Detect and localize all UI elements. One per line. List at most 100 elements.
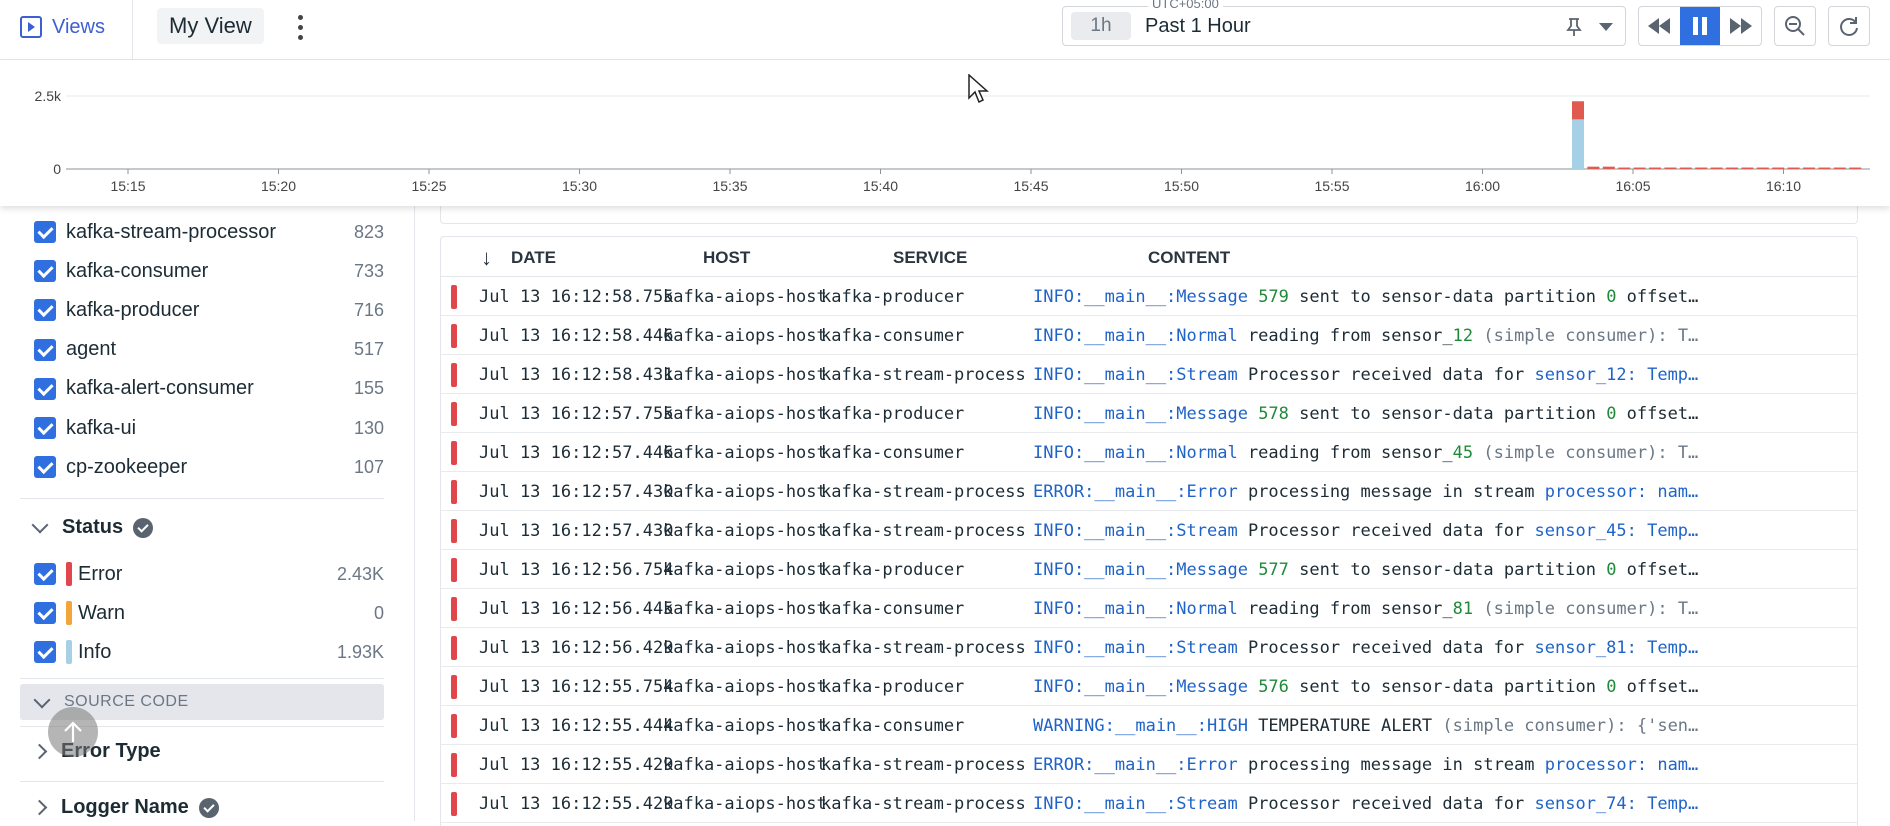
histogram-bar[interactable] bbox=[1849, 167, 1862, 169]
more-options-icon[interactable] bbox=[292, 12, 308, 42]
facet-item-service[interactable]: kafka-stream-processor 823 bbox=[34, 217, 384, 247]
facet-item-service[interactable]: kafka-producer 716 bbox=[34, 295, 384, 325]
log-content-segment: (simple consumer): {'sen… bbox=[1442, 716, 1699, 736]
status-facet-header[interactable]: Status bbox=[31, 516, 154, 539]
checkbox[interactable] bbox=[34, 563, 56, 585]
log-date: Jul 13 16:12:55.754 bbox=[479, 677, 674, 697]
log-row[interactable]: Jul 13 16:12:55.429 kafka-aiops-host kafka… bbox=[441, 745, 1857, 784]
time-range-picker[interactable]: 1h Past 1 Hour bbox=[1062, 6, 1626, 46]
views-button[interactable]: Views bbox=[20, 12, 105, 42]
log-content-segment bbox=[1248, 404, 1258, 424]
column-header-content[interactable]: CONTENT bbox=[1148, 248, 1230, 268]
log-row[interactable]: Jul 13 16:12:58.755 kafka-aiops-host kafka… bbox=[441, 277, 1857, 316]
column-header-date[interactable]: DATE bbox=[511, 248, 556, 268]
histogram-bar[interactable] bbox=[1818, 167, 1831, 169]
histogram-bar[interactable] bbox=[1572, 119, 1584, 169]
log-content-segment: Processor received data for bbox=[1237, 521, 1535, 541]
fast-forward-button[interactable] bbox=[1720, 7, 1761, 45]
histogram-bar[interactable] bbox=[1756, 167, 1769, 169]
refresh-button[interactable] bbox=[1828, 6, 1870, 46]
log-service: kafka-consumer bbox=[821, 599, 965, 619]
y-tick-label: 0 bbox=[53, 161, 61, 177]
log-date: Jul 13 16:12:58.446 bbox=[479, 326, 674, 346]
checkbox[interactable] bbox=[34, 221, 56, 243]
histogram-bar[interactable] bbox=[1649, 167, 1661, 169]
log-row[interactable]: Jul 13 16:12:55.444 kafka-aiops-host kafka… bbox=[441, 706, 1857, 745]
zoom-out-button[interactable] bbox=[1774, 6, 1816, 46]
log-date: Jul 13 16:12:56.445 bbox=[479, 599, 674, 619]
checkbox[interactable] bbox=[34, 377, 56, 400]
divider bbox=[20, 498, 384, 499]
view-name[interactable]: My View bbox=[157, 8, 264, 44]
arrow-up-icon bbox=[64, 721, 82, 742]
facet-item-service[interactable]: kafka-consumer 733 bbox=[34, 256, 384, 286]
histogram-bar[interactable] bbox=[1695, 167, 1708, 169]
facet-item-service[interactable]: cp-zookeeper 107 bbox=[34, 452, 384, 482]
log-content-segment: 0 bbox=[1606, 560, 1617, 580]
histogram-bar[interactable] bbox=[1833, 167, 1846, 169]
severity-indicator bbox=[451, 675, 457, 699]
checkbox[interactable] bbox=[34, 602, 56, 625]
log-row[interactable]: Jul 13 16:12:55.754 kafka-aiops-host kafka… bbox=[441, 667, 1857, 706]
log-host: kafka-aiops-host bbox=[663, 638, 827, 658]
log-row[interactable]: Jul 13 16:12:57.755 kafka-aiops-host kafka… bbox=[441, 394, 1857, 433]
histogram-bar[interactable] bbox=[1772, 167, 1785, 169]
histogram-bar[interactable] bbox=[1741, 167, 1754, 169]
log-histogram[interactable]: 2.5k 0 15:15 15:20 15:25 15:30 15:35 15:40 15:45… bbox=[0, 60, 1890, 206]
checkbox[interactable] bbox=[34, 417, 56, 439]
pause-button[interactable] bbox=[1679, 7, 1721, 45]
log-row[interactable]: Jul 13 16:12:57.446 kafka-aiops-host kafka… bbox=[441, 433, 1857, 472]
log-host: kafka-aiops-host bbox=[663, 482, 827, 502]
log-row[interactable]: Jul 13 16:12:56.429 kafka-aiops-host kafka… bbox=[441, 628, 1857, 667]
facet-item-service[interactable]: kafka-alert-consumer 155 bbox=[34, 374, 384, 404]
histogram-bar[interactable] bbox=[1726, 167, 1738, 169]
histogram-bar[interactable] bbox=[1710, 167, 1723, 169]
rewind-button[interactable] bbox=[1639, 7, 1680, 45]
facet-item-status[interactable]: Warn 0 bbox=[34, 598, 384, 628]
facet-item-status[interactable]: Info 1.93K bbox=[34, 637, 384, 667]
log-content-segment: sent to sensor-data partition bbox=[1288, 560, 1607, 580]
log-row[interactable]: Jul 13 16:12:56.445 kafka-aiops-host kafka… bbox=[441, 589, 1857, 628]
facet-item-service[interactable]: kafka-ui 130 bbox=[34, 413, 384, 443]
checkbox[interactable] bbox=[34, 260, 56, 283]
column-header-service[interactable]: SERVICE bbox=[893, 248, 967, 268]
log-host: kafka-aiops-host bbox=[663, 365, 827, 385]
chevron-down-icon[interactable] bbox=[1599, 23, 1613, 31]
log-row[interactable]: Jul 13 16:12:57.430 kafka-aiops-host kafka… bbox=[441, 511, 1857, 550]
facet-item-status[interactable]: Error 2.43K bbox=[34, 559, 384, 589]
histogram-bar[interactable] bbox=[1633, 167, 1646, 169]
checkbox[interactable] bbox=[34, 338, 56, 361]
histogram-bar[interactable] bbox=[1679, 167, 1692, 169]
facet-item-count: 1.93K bbox=[336, 641, 384, 662]
log-service: kafka-producer bbox=[821, 404, 965, 424]
histogram-bar[interactable] bbox=[1602, 166, 1615, 169]
histogram-bar[interactable] bbox=[1803, 167, 1815, 169]
log-content: INFO:__main__:Message 576 sent to sensor… bbox=[1033, 677, 1855, 697]
log-row[interactable]: Jul 13 16:12:58.431 kafka-aiops-host kafka… bbox=[441, 355, 1857, 394]
scroll-to-top-button[interactable] bbox=[48, 707, 98, 757]
log-content-segment: offset… bbox=[1616, 287, 1699, 307]
log-row[interactable]: Jul 13 16:12:57.430 kafka-aiops-host kafka… bbox=[441, 472, 1857, 511]
logger-name-facet-header[interactable]: Logger Name bbox=[31, 796, 219, 819]
log-content-segment: processor: nam… bbox=[1544, 482, 1699, 502]
histogram-bar[interactable] bbox=[1587, 166, 1600, 169]
checkbox[interactable] bbox=[34, 456, 56, 479]
checkbox[interactable] bbox=[34, 299, 56, 322]
histogram-chart[interactable]: 2.5k 0 15:15 15:20 15:25 15:30 15:35 15:40 15:45… bbox=[0, 60, 1890, 206]
severity-indicator bbox=[451, 324, 457, 348]
log-row[interactable]: Jul 13 16:12:56.754 kafka-aiops-host kafka… bbox=[441, 550, 1857, 589]
histogram-bar[interactable] bbox=[1787, 167, 1800, 169]
histogram-bar[interactable] bbox=[1572, 101, 1584, 120]
facet-item-service[interactable]: agent 517 bbox=[34, 335, 384, 365]
histogram-bar[interactable] bbox=[1618, 167, 1631, 169]
sort-descending-icon[interactable]: ↓ bbox=[481, 245, 492, 271]
chevron-down-icon bbox=[31, 516, 49, 533]
checkbox[interactable] bbox=[34, 641, 56, 664]
log-row[interactable]: Jul 13 16:12:58.446 kafka-aiops-host kafka… bbox=[441, 316, 1857, 355]
log-row[interactable]: Jul 13 16:12:55.429 kafka-aiops-host kafka… bbox=[441, 784, 1857, 823]
log-content-segment: offset… bbox=[1616, 677, 1699, 697]
column-header-host[interactable]: HOST bbox=[703, 248, 750, 268]
facet-item-count: 823 bbox=[353, 221, 384, 242]
histogram-bar[interactable] bbox=[1664, 167, 1677, 169]
pin-icon[interactable] bbox=[1565, 17, 1583, 37]
